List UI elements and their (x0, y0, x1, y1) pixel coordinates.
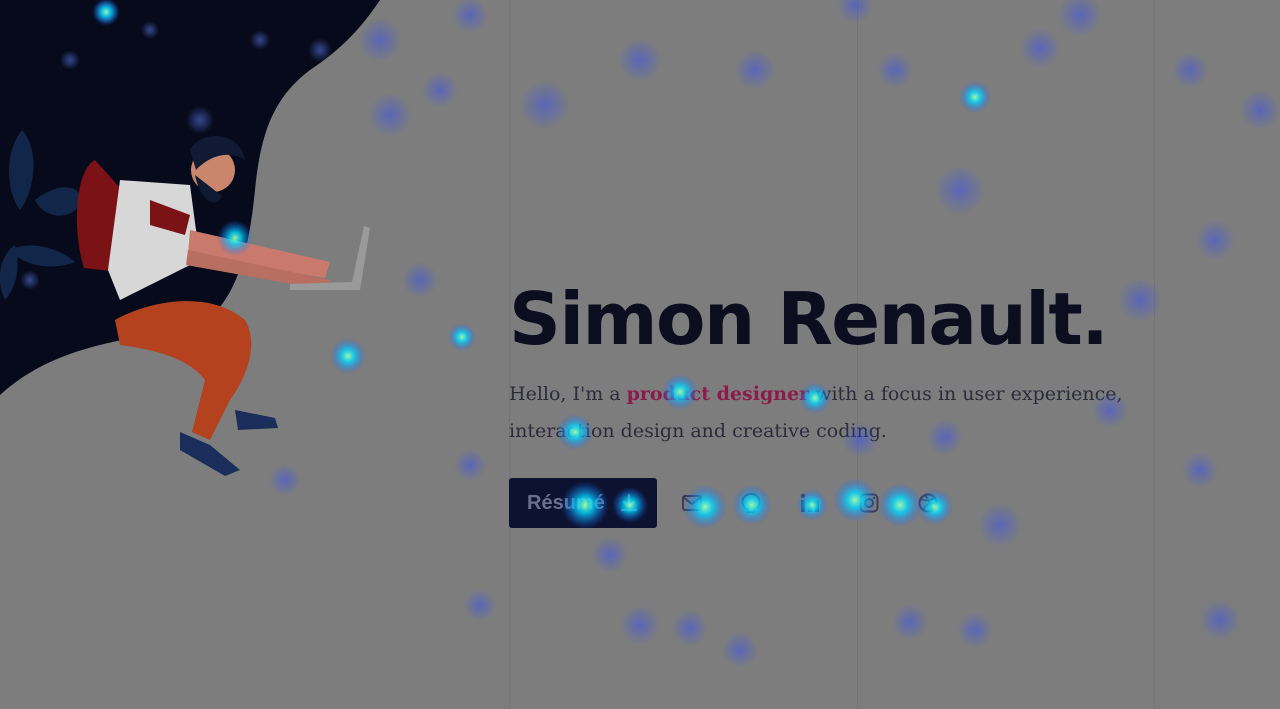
instagram-icon[interactable] (858, 492, 880, 514)
mail-icon[interactable] (681, 492, 703, 514)
hero-intro: Hello, I'm a product designer with a foc… (509, 376, 1129, 450)
resume-button-label: Résumé (527, 491, 605, 514)
dribbble-icon[interactable] (917, 492, 939, 514)
github-icon[interactable] (740, 492, 762, 514)
hero-illustration (0, 0, 380, 476)
resume-download-button[interactable]: Résumé (509, 478, 657, 528)
page-title: Simon Renault. (509, 277, 1109, 361)
page: Simon Renault. Hello, I'm a product desi… (0, 0, 1280, 709)
intro-highlight: product designer (626, 383, 810, 405)
intro-text: Hello, I'm a (509, 383, 627, 405)
social-links (681, 492, 976, 514)
download-icon (619, 493, 639, 513)
hero-section: Simon Renault. Hello, I'm a product desi… (509, 276, 1209, 528)
linkedin-icon[interactable] (799, 492, 821, 514)
hero-actions: Résumé (509, 478, 1209, 528)
